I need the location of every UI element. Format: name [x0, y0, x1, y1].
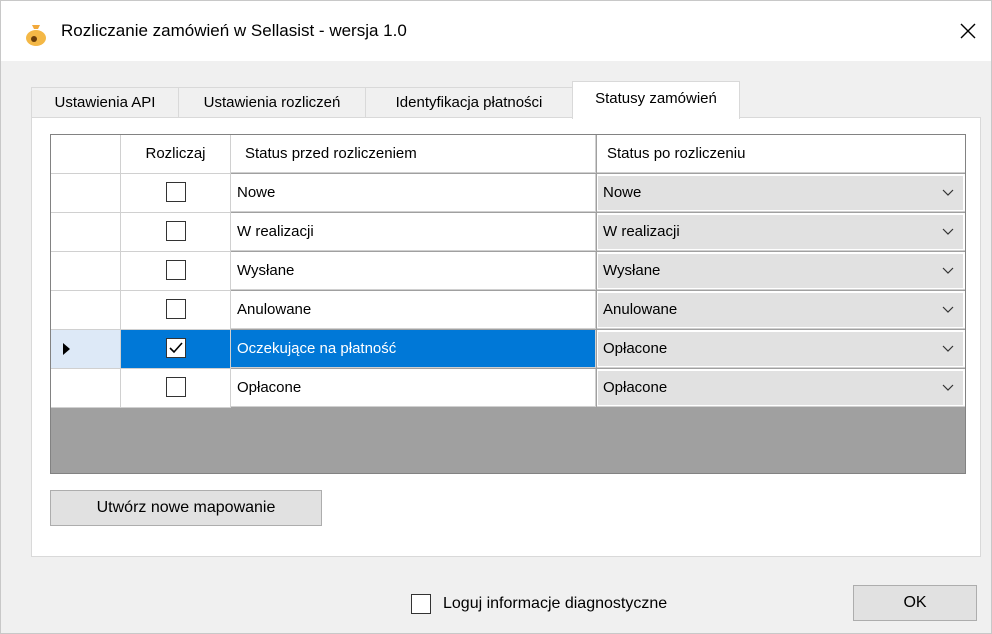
row-header[interactable]	[51, 174, 121, 213]
tab-order-statuses[interactable]: Statusy zamówień	[572, 81, 740, 119]
dropdown-value: Wysłane	[603, 262, 661, 279]
status-before-cell[interactable]: Wysłane	[231, 252, 596, 290]
diagnostics-option[interactable]: Loguj informacje diagnostyczne	[411, 592, 667, 616]
table-row[interactable]: Nowe Nowe	[51, 174, 965, 213]
status-before-cell[interactable]: Oczekujące na płatność	[231, 330, 596, 368]
diagnostics-label[interactable]: Loguj informacje diagnostyczne	[443, 595, 667, 613]
table-row[interactable]: Anulowane Anulowane	[51, 291, 965, 330]
dropdown-value: Opłacone	[603, 379, 668, 396]
chevron-down-icon[interactable]	[934, 294, 962, 326]
close-icon	[960, 23, 976, 39]
status-after-dropdown[interactable]: Nowe	[598, 176, 963, 210]
status-before-cell[interactable]: W realizacji	[231, 213, 596, 251]
status-grid: Rozliczaj Status przed rozliczeniem Stat…	[50, 134, 966, 474]
status-after-dropdown[interactable]: Anulowane	[598, 293, 963, 327]
chevron-down-icon[interactable]	[934, 216, 962, 248]
status-after-dropdown[interactable]: Opłacone	[598, 332, 963, 366]
settle-checkbox-checked[interactable]	[165, 337, 186, 358]
chevron-down-icon[interactable]	[934, 255, 962, 287]
status-after-dropdown[interactable]: Opłacone	[598, 371, 963, 405]
window-title: Rozliczanie zamówień w Sellasist - wersj…	[61, 21, 407, 40]
table-row[interactable]: W realizacji W realizacji	[51, 213, 965, 252]
dialog-window: Rozliczanie zamówień w Sellasist - wersj…	[0, 0, 992, 634]
settle-checkbox[interactable]	[165, 376, 186, 397]
tab-settlement-settings[interactable]: Ustawienia rozliczeń	[178, 87, 366, 117]
settle-checkbox[interactable]	[165, 181, 186, 202]
status-before-cell[interactable]: Anulowane	[231, 291, 596, 329]
checkmark-icon	[168, 341, 183, 353]
create-new-mapping-button[interactable]: Utwórz nowe mapowanie	[50, 490, 322, 526]
dropdown-value: W realizacji	[603, 223, 680, 240]
column-header-status-after[interactable]: Status po rozliczeniu	[597, 135, 965, 173]
tab-api-settings[interactable]: Ustawienia API	[31, 87, 179, 117]
title-bar: Rozliczanie zamówień w Sellasist - wersj…	[1, 1, 991, 61]
settle-checkbox[interactable]	[165, 298, 186, 319]
ok-button[interactable]: OK	[853, 585, 977, 621]
dropdown-value: Anulowane	[603, 301, 678, 318]
row-header[interactable]	[51, 330, 121, 369]
settle-checkbox[interactable]	[165, 220, 186, 241]
column-header-status-before[interactable]: Status przed rozliczeniem	[231, 135, 596, 173]
status-after-dropdown[interactable]: W realizacji	[598, 215, 963, 249]
chevron-down-icon[interactable]	[934, 333, 962, 365]
money-bag-icon	[23, 21, 49, 47]
tab-payment-identification[interactable]: Identyfikacja płatności	[365, 87, 573, 117]
settle-checkbox[interactable]	[165, 259, 186, 280]
row-header[interactable]	[51, 291, 121, 330]
row-header-corner	[51, 135, 121, 174]
row-header[interactable]	[51, 252, 121, 291]
close-button[interactable]	[945, 5, 991, 57]
grid-header-row: Rozliczaj Status przed rozliczeniem Stat…	[51, 135, 965, 174]
chevron-down-icon[interactable]	[934, 177, 962, 209]
dropdown-value: Opłacone	[603, 340, 668, 357]
dropdown-value: Nowe	[603, 184, 642, 201]
table-row-selected[interactable]: Oczekujące na płatność Opłacone	[51, 330, 965, 369]
row-header[interactable]	[51, 213, 121, 252]
table-row[interactable]: Opłacone Opłacone	[51, 369, 965, 408]
row-header[interactable]	[51, 369, 121, 408]
current-row-arrow-icon	[63, 343, 70, 355]
tab-panel: Rozliczaj Status przed rozliczeniem Stat…	[31, 117, 981, 557]
table-row[interactable]: Wysłane Wysłane	[51, 252, 965, 291]
chevron-down-icon[interactable]	[934, 372, 962, 404]
status-after-dropdown[interactable]: Wysłane	[598, 254, 963, 288]
status-before-cell[interactable]: Opłacone	[231, 369, 596, 407]
diagnostics-checkbox[interactable]	[411, 594, 431, 614]
status-before-cell[interactable]: Nowe	[231, 174, 596, 212]
column-header-settle[interactable]: Rozliczaj	[121, 135, 231, 174]
